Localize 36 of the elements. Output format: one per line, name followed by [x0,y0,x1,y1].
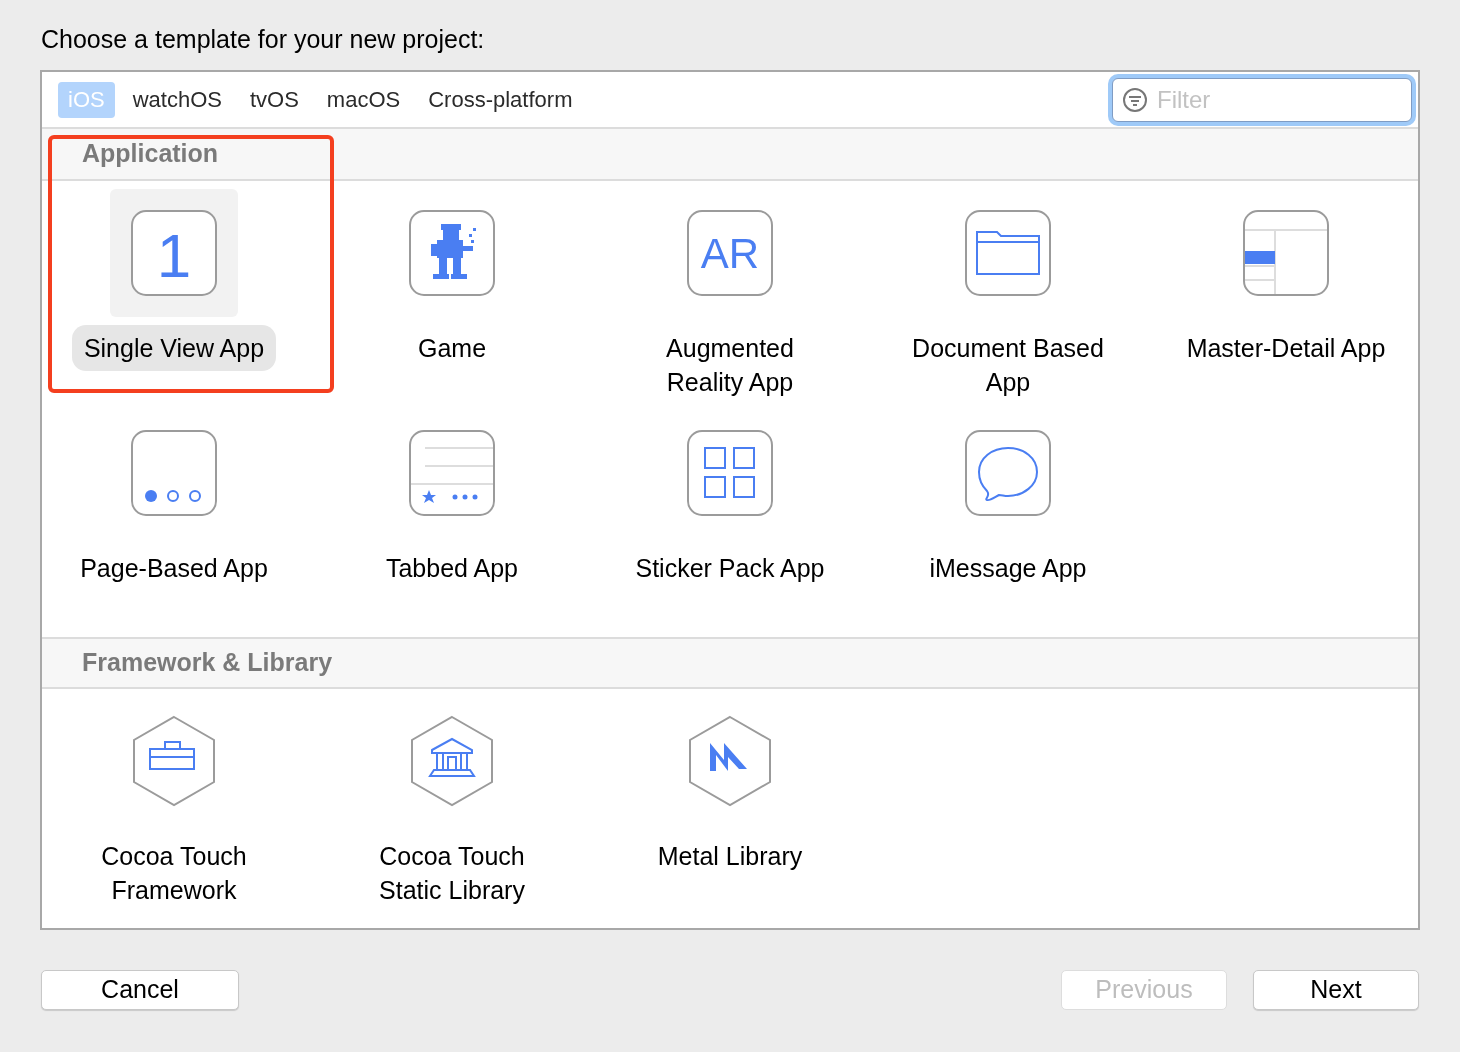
page-dots-icon [131,430,217,516]
platform-tab[interactable]: watchOS [122,81,232,118]
template-label[interactable]: Game [405,325,499,371]
section-header: Framework & Library [82,647,333,679]
section-header: Application [82,138,219,170]
template-tile[interactable]: 1 [110,189,238,317]
briefcase-icon [132,715,216,807]
dialog-title: Choose a template for your new project: [41,24,485,55]
filter-field[interactable]: Filter [1112,77,1412,122]
number-icon: 1 [131,210,217,296]
template-label[interactable]: Document Based App [900,325,1116,405]
template-label[interactable]: iMessage App [917,545,1099,591]
template-label[interactable]: Metal Library [645,833,815,879]
dialog-button[interactable]: Next [1253,970,1419,1010]
grid-icon [687,430,773,516]
template-label[interactable]: Augmented Reality App [654,325,806,405]
ar-icon: AR [687,210,773,296]
building-icon [410,715,494,807]
template-label[interactable]: Page-Based App [68,545,280,591]
split-view-icon [1243,210,1329,296]
template-label[interactable]: Sticker Pack App [623,545,837,591]
template-label[interactable]: Cocoa Touch Framework [89,833,259,913]
pixel-character-icon [409,210,495,296]
filter-icon [1122,86,1148,113]
tab-bar-icon [409,430,495,516]
template-label[interactable]: Single View App [71,325,277,371]
template-label[interactable]: Tabbed App [373,545,531,591]
platform-tab[interactable]: macOS [316,81,411,118]
dialog-button[interactable]: Cancel [41,970,239,1010]
platform-tab[interactable]: Cross-platform [418,81,583,118]
template-label[interactable]: Master-Detail App [1174,325,1398,371]
platform-tab[interactable]: tvOS [239,81,309,118]
folder-icon [965,210,1051,296]
template-label[interactable]: Cocoa Touch Static Library [367,833,537,913]
speech-bubble-icon [965,430,1051,516]
lightning-icon [688,715,772,807]
